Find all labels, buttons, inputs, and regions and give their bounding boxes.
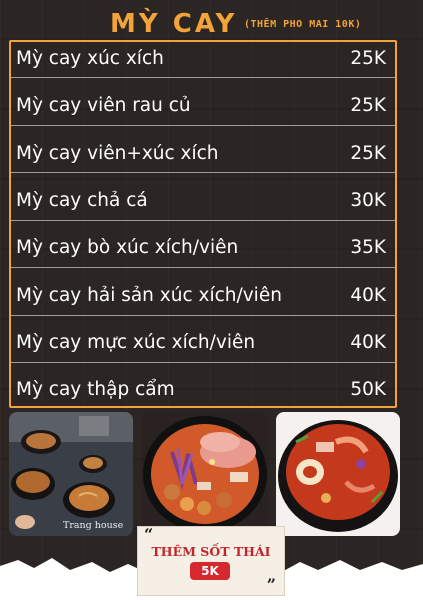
menu-item: Mỳ cay xúc xích 25K (16, 44, 386, 74)
close-quote-icon: ” (266, 575, 276, 594)
menu-item-name: Mỳ cay mực xúc xích/viên (16, 332, 256, 353)
header: MỲ CAY (THÊM PHO MAI 10K) (0, 8, 423, 40)
menu-item-price: 35K (350, 237, 386, 258)
menu-item-price: 50K (350, 379, 386, 400)
food-photo-table-image (9, 412, 133, 536)
thai-sauce-badge: “ THÊM SỐT THÁI 5K ” (137, 525, 285, 596)
menu-item-name: Mỳ cay thập cẩm (16, 379, 175, 400)
badge-price: 5K (190, 562, 230, 580)
food-photo-sausage-pot-image (142, 412, 268, 536)
divider (11, 362, 395, 363)
divider (11, 77, 395, 78)
divider (11, 267, 395, 268)
menu-item: Mỳ cay chả cá 30K (16, 186, 386, 216)
menu-item: Mỳ cay thập cẩm 50K (16, 375, 386, 405)
menu-item: Mỳ cay bò xúc xích/viên 35K (16, 233, 386, 263)
menu-item: Mỳ cay mực xúc xích/viên 40K (16, 328, 386, 358)
divider (11, 125, 395, 126)
page-subtitle: (THÊM PHO MAI 10K) (244, 19, 362, 30)
food-photo-seafood-bowl (276, 412, 400, 536)
menu-item: Mỳ cay hải sản xúc xích/viên 40K (16, 281, 386, 311)
menu-item-price: 30K (350, 190, 386, 211)
divider (11, 220, 395, 221)
menu-item-name: Mỳ cay xúc xích (16, 48, 164, 69)
menu-item-name: Mỳ cay viên rau củ (16, 95, 191, 116)
menu-item-name: Mỳ cay chả cá (16, 190, 148, 211)
menu-item-name: Mỳ cay hải sản xúc xích/viên (16, 285, 282, 306)
food-photo-sausage-pot (142, 412, 268, 536)
divider (11, 172, 395, 173)
menu-item-price: 25K (350, 143, 386, 164)
menu-item-price: 40K (350, 332, 386, 353)
open-quote-icon: “ (144, 525, 154, 544)
food-photo-seafood-bowl-image (276, 412, 400, 536)
menu-item: Mỳ cay viên rau củ 25K (16, 91, 386, 121)
menu-item-price: 40K (350, 285, 386, 306)
menu-item-price: 25K (350, 95, 386, 116)
badge-label: THÊM SỐT THÁI (151, 544, 271, 559)
menu-item-name: Mỳ cay bò xúc xích/viên (16, 237, 239, 258)
photo-watermark: Trang house (63, 520, 124, 531)
menu-item: Mỳ cay viên+xúc xích 25K (16, 139, 386, 169)
menu-item-name: Mỳ cay viên+xúc xích (16, 143, 219, 164)
menu-item-price: 25K (350, 48, 386, 69)
page-title: MỲ CAY (110, 9, 238, 39)
divider (11, 315, 395, 316)
food-photo-table: Trang house (9, 412, 133, 536)
